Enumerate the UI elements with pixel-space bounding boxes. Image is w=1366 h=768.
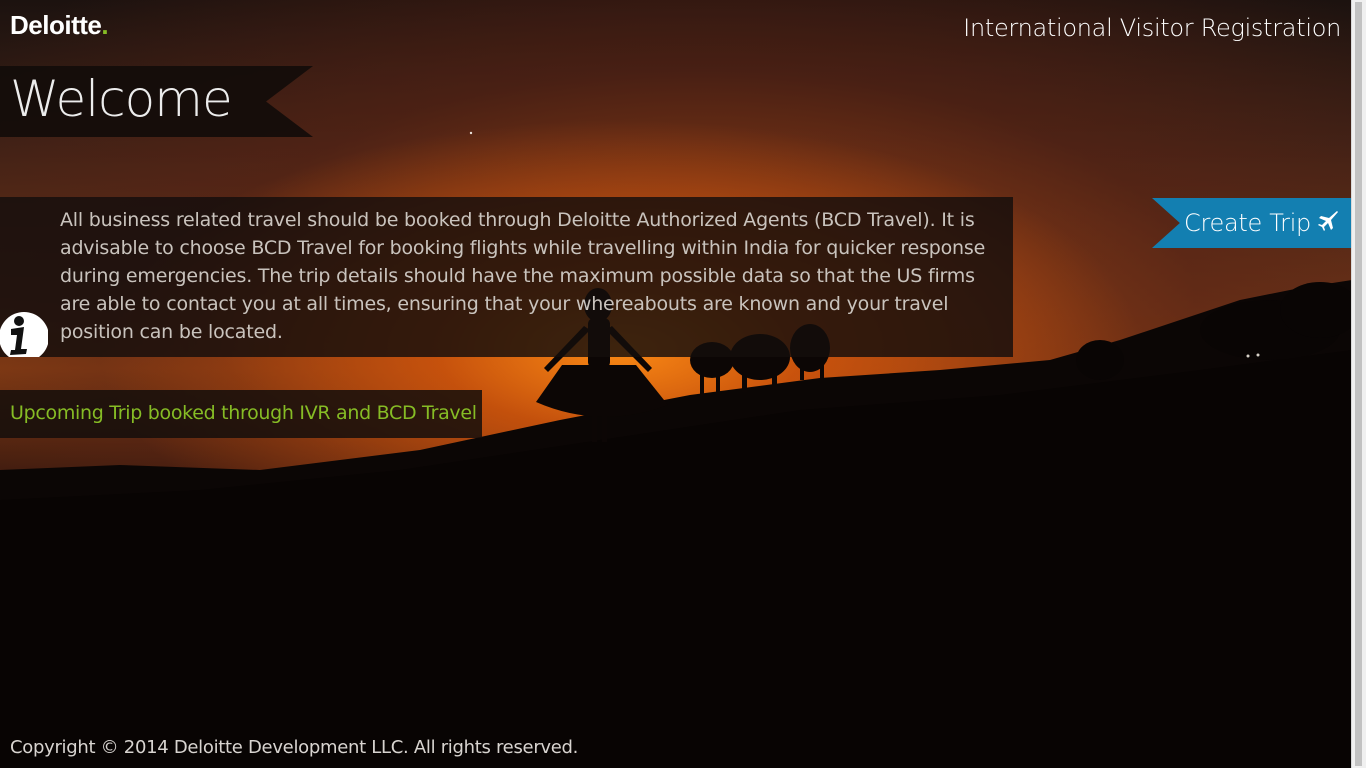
info-icon [0, 307, 48, 357]
upcoming-trip-link[interactable]: Upcoming Trip booked through IVR and BCD… [0, 390, 482, 438]
vertical-scrollbar[interactable] [1351, 0, 1366, 768]
upcoming-trip-label: Upcoming Trip booked through IVR and BCD… [10, 402, 477, 424]
travel-info-panel: All business related travel should be bo… [0, 197, 1013, 357]
deloitte-logo: Deloitte. [10, 10, 109, 41]
scrollbar-thumb[interactable] [1355, 2, 1362, 766]
create-trip-button[interactable]: Create Trip [1152, 198, 1351, 248]
page-title: Welcome [10, 70, 233, 128]
logo-dot: . [101, 10, 109, 40]
app-title: International Visitor Registration [963, 14, 1341, 42]
travel-info-text: All business related travel should be bo… [60, 209, 986, 343]
logo-text: Deloitte [10, 10, 102, 40]
airplane-icon [1317, 209, 1339, 237]
copyright-text: Copyright © 2014 Deloitte Development LL… [10, 737, 579, 758]
create-trip-label: Create Trip [1184, 209, 1311, 237]
